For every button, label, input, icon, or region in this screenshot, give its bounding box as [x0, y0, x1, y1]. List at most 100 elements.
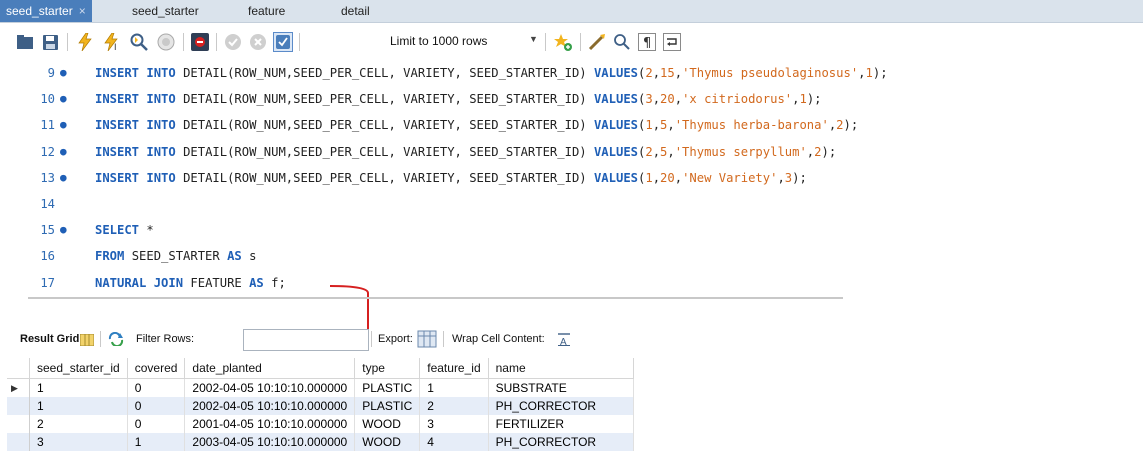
tab-feature[interactable]: feature — [248, 0, 285, 22]
code-line[interactable]: 16 FROM SEED_STARTER AS s — [0, 243, 1143, 269]
export-icon[interactable] — [417, 330, 437, 351]
code-token: DETAIL(ROW_NUM,SEED_PER_CELL, VARIETY, S… — [183, 118, 594, 133]
sql-editor[interactable]: 9 ● INSERT INTO DETAIL(ROW_NUM,SEED_PER_CE… — [0, 60, 1143, 345]
table-cell[interactable]: 3 — [419, 415, 489, 433]
row-indicator[interactable] — [7, 397, 30, 415]
table-cell[interactable]: WOOD — [354, 433, 421, 451]
autocommit-icon[interactable] — [272, 31, 294, 53]
limit-rows-select[interactable]: Limit to 1000 rows — [390, 34, 487, 48]
code-token: 2 — [645, 144, 653, 159]
beautify-icon[interactable] — [586, 31, 608, 53]
table-cell[interactable]: 2003-04-05 10:10:10.000000 — [184, 433, 356, 451]
table-cell[interactable]: 0 — [127, 378, 186, 397]
chevron-down-icon[interactable]: ▼ — [529, 34, 538, 44]
code-token: ); — [872, 66, 888, 80]
toggle-stop-on-error-icon[interactable] — [189, 31, 211, 53]
tab-label: detail — [341, 4, 370, 18]
tab-label: feature — [248, 4, 286, 18]
filter-rows-input[interactable] — [243, 329, 369, 351]
table-cell[interactable]: 4 — [419, 433, 489, 451]
code-token: , — [652, 170, 661, 185]
tab-seed-starter[interactable]: seed_starter — [132, 0, 199, 22]
column-header[interactable]: type — [354, 358, 421, 379]
table-cell[interactable]: SUBSTRATE — [488, 378, 634, 397]
table-cell[interactable]: 2002-04-05 10:10:10.000000 — [184, 378, 356, 397]
tab-detail[interactable]: detail — [341, 0, 370, 22]
panel-splitter[interactable] — [28, 297, 843, 299]
row-indicator[interactable]: ▶ — [7, 378, 30, 397]
table-cell[interactable]: 1 — [419, 378, 489, 397]
table-cell[interactable]: 2001-04-05 10:10:10.000000 — [184, 415, 356, 433]
column-header[interactable]: seed_starter_id — [29, 358, 128, 379]
column-header[interactable]: date_planted — [184, 358, 356, 379]
code-line[interactable]: 12 ● INSERT INTO DETAIL(ROW_NUM,SEED_PER_C… — [0, 139, 1143, 165]
close-tab-icon[interactable]: × — [79, 4, 86, 18]
wrap-icon[interactable] — [661, 31, 683, 53]
code-text: INSERT INTO DETAIL(ROW_NUM,SEED_PER_CELL… — [95, 112, 858, 138]
table-cell[interactable]: 2 — [29, 415, 128, 433]
save-icon[interactable] — [39, 31, 61, 53]
table-cell[interactable]: WOOD — [354, 415, 421, 433]
row-indicator[interactable] — [7, 433, 30, 451]
result-grid-label[interactable]: Result Grid — [20, 333, 79, 345]
code-token: , — [652, 144, 661, 159]
table-cell[interactable]: 1 — [29, 397, 128, 415]
code-token: DETAIL(ROW_NUM,SEED_PER_CELL, VARIETY, S… — [183, 170, 594, 185]
table-cell[interactable]: 0 — [127, 397, 186, 415]
table-cell[interactable]: PLASTIC — [354, 397, 421, 415]
code-token: INSERT INTO — [95, 66, 184, 80]
execute-icon[interactable] — [74, 31, 96, 53]
code-line[interactable]: 15 ● SELECT * — [0, 217, 1143, 243]
code-token: 'Thymus herba-barona' — [674, 118, 829, 133]
explain-icon[interactable] — [128, 31, 150, 53]
statement-marker-icon: ● — [60, 118, 67, 132]
code-line[interactable]: 9 ● INSERT INTO DETAIL(ROW_NUM,SEED_PER_CE… — [0, 60, 1143, 86]
column-header[interactable]: name — [488, 358, 634, 379]
code-token: , — [674, 66, 683, 80]
table-cell[interactable]: 1 — [29, 378, 128, 397]
grid-icon[interactable] — [79, 333, 95, 349]
code-line[interactable]: 14 — [0, 191, 1143, 217]
column-header[interactable]: feature_id — [419, 358, 489, 379]
open-folder-icon[interactable] — [14, 31, 36, 53]
tab-seed-starter-active[interactable]: seed_starter × — [0, 0, 92, 22]
table-cell[interactable]: 2002-04-05 10:10:10.000000 — [184, 397, 356, 415]
code-token: VALUES — [593, 118, 638, 133]
table-cell[interactable]: FERTILIZER — [488, 415, 634, 433]
add-snippet-icon[interactable] — [552, 31, 574, 53]
table-row[interactable]: 3 1 2003-04-05 10:10:10.000000 WOOD 4 PH_CORR… — [7, 433, 634, 451]
table-cell[interactable]: 1 — [127, 433, 186, 451]
column-header[interactable]: covered — [127, 358, 186, 379]
wrap-cell-icon[interactable]: A — [557, 332, 571, 349]
result-grid[interactable]: seed_starter_id covered date_planted typ… — [7, 358, 634, 451]
table-row[interactable]: 1 0 2002-04-05 10:10:10.000000 PLASTIC 2 PH_C… — [7, 397, 634, 415]
table-row[interactable]: ▶ 1 0 2002-04-05 10:10:10.000000 PLASTIC 1 SUB… — [7, 378, 634, 397]
find-icon[interactable] — [611, 31, 633, 53]
code-token: , — [777, 170, 785, 185]
code-token: f; — [271, 275, 286, 290]
rollback-icon[interactable] — [247, 31, 269, 53]
table-row[interactable]: 2 0 2001-04-05 10:10:10.000000 WOOD 3 FERTILI… — [7, 415, 634, 433]
table-cell[interactable]: PLASTIC — [354, 378, 421, 397]
table-cell[interactable]: PH_CORRECTOR — [488, 397, 634, 415]
code-line[interactable]: 10 ● INSERT INTO DETAIL(ROW_NUM,SEED_PER_C… — [0, 86, 1143, 112]
commit-icon[interactable] — [222, 31, 244, 53]
grid-header-row: seed_starter_id covered date_planted typ… — [7, 358, 634, 379]
table-cell[interactable]: 0 — [127, 415, 186, 433]
table-cell[interactable]: PH_CORRECTOR — [488, 433, 634, 451]
table-cell[interactable]: 3 — [29, 433, 128, 451]
code-token: ); — [792, 170, 807, 185]
code-token: 1 — [645, 170, 653, 185]
code-line[interactable]: 17 NATURAL JOIN FEATURE AS f; — [0, 270, 1143, 296]
invisible-chars-icon[interactable]: ¶ — [636, 31, 658, 53]
row-indicator-header — [7, 358, 30, 379]
row-indicator[interactable] — [7, 415, 30, 433]
execute-current-icon[interactable]: I — [101, 31, 123, 53]
code-line[interactable]: 13 ● INSERT INTO DETAIL(ROW_NUM,SEED_PER_C… — [0, 165, 1143, 191]
sql-editor-toolbar: I Limit to 1000 rows ▼ ¶ — [0, 23, 1143, 65]
table-cell[interactable]: 2 — [419, 397, 489, 415]
stop-icon[interactable] — [155, 31, 177, 53]
refresh-icon[interactable] — [108, 331, 124, 349]
code-line[interactable]: 11 ● INSERT INTO DETAIL(ROW_NUM,SEED_PER_C… — [0, 112, 1143, 138]
statement-marker-icon: ● — [60, 144, 67, 158]
